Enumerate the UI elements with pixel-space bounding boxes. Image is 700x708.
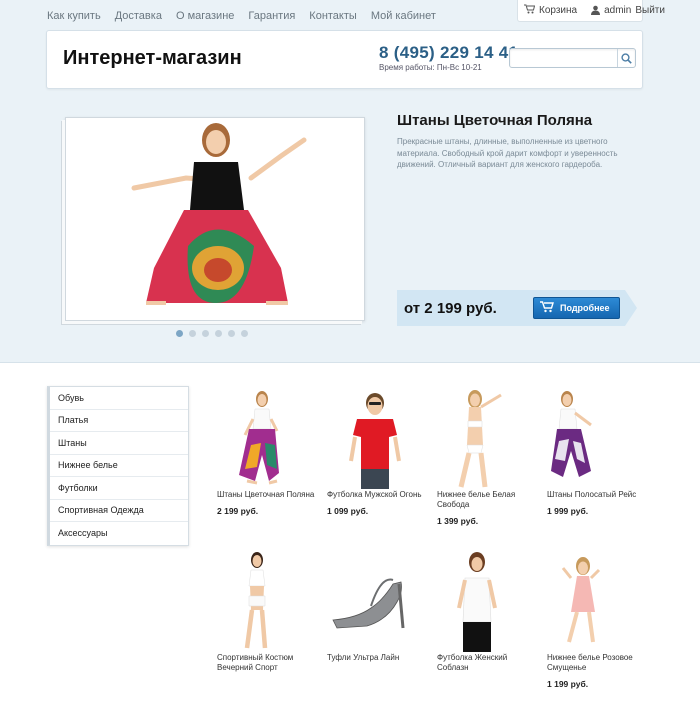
category-item-shoes[interactable]: Обувь bbox=[50, 387, 188, 410]
search-box bbox=[509, 48, 636, 69]
slide-price: от 2 199 руб. bbox=[404, 300, 497, 317]
slider-image-frame[interactable] bbox=[65, 117, 365, 321]
product-image[interactable] bbox=[547, 548, 647, 653]
nav-link-how-to-buy[interactable]: Как купить bbox=[47, 9, 101, 23]
slide-title[interactable]: Штаны Цветочная Поляна bbox=[397, 112, 592, 129]
product-name[interactable]: Нижнее белье Розовое Смущенье bbox=[547, 653, 647, 673]
product-image[interactable] bbox=[217, 385, 317, 490]
product-name[interactable]: Футболка Женский Соблазн bbox=[437, 653, 537, 673]
nav-link-contacts[interactable]: Контакты bbox=[309, 9, 357, 23]
phone-number: 8 (495) 229 14 41 bbox=[379, 43, 519, 62]
product-image[interactable] bbox=[437, 548, 537, 653]
product-name[interactable]: Футболка Мужской Огонь bbox=[327, 490, 427, 500]
category-item-sportswear[interactable]: Спортивная Одежда bbox=[50, 500, 188, 522]
slide-price-bar: от 2 199 руб. Подробнее bbox=[397, 290, 637, 326]
product-price: 1 099 руб. bbox=[327, 506, 369, 516]
logout-link[interactable]: Выйти bbox=[635, 5, 665, 16]
cart-link[interactable]: Корзина bbox=[539, 5, 577, 16]
category-item-underwear[interactable]: Нижнее белье bbox=[50, 455, 188, 477]
product-image[interactable] bbox=[327, 548, 427, 653]
details-button-label: Подробнее bbox=[560, 303, 610, 313]
search-icon[interactable] bbox=[617, 49, 635, 67]
user-box: Корзина admin Выйти bbox=[517, 0, 665, 22]
product-card[interactable]: Штаны Полосатый Рейс 1 999 руб. bbox=[547, 385, 647, 516]
product-image[interactable] bbox=[437, 385, 537, 490]
details-button[interactable]: Подробнее bbox=[533, 297, 620, 319]
top-navigation: Как купить Доставка О магазине Гарантия … bbox=[47, 9, 450, 23]
product-card[interactable]: Нижнее белье Розовое Смущенье 1 199 руб. bbox=[547, 548, 647, 689]
cart-icon[interactable] bbox=[524, 4, 536, 17]
nav-link-about[interactable]: О магазине bbox=[176, 9, 234, 23]
product-image[interactable] bbox=[217, 548, 317, 653]
slider-dot[interactable] bbox=[189, 330, 196, 337]
product-name[interactable]: Штаны Полосатый Рейс bbox=[547, 490, 647, 500]
product-card[interactable]: Штаны Цветочная Поляна 2 199 руб. bbox=[217, 385, 317, 516]
cart-icon bbox=[540, 301, 554, 315]
slider-dot[interactable] bbox=[228, 330, 235, 337]
category-item-dresses[interactable]: Платья bbox=[50, 410, 188, 432]
nav-link-warranty[interactable]: Гарантия bbox=[248, 9, 295, 23]
category-item-accessories[interactable]: Аксессуары bbox=[50, 522, 188, 545]
nav-link-my-account[interactable]: Мой кабинет bbox=[371, 9, 436, 23]
site-header: Интернет-магазин 8 (495) 229 14 41 Время… bbox=[46, 30, 643, 89]
slider-dot[interactable] bbox=[202, 330, 209, 337]
product-name[interactable]: Штаны Цветочная Поляна bbox=[217, 490, 317, 500]
product-price: 1 399 руб. bbox=[437, 516, 479, 526]
product-name[interactable]: Нижнее белье Белая Свобода bbox=[437, 490, 537, 510]
category-item-pants[interactable]: Штаны bbox=[50, 432, 188, 455]
slide-description: Прекрасные штаны, длинные, выполненные и… bbox=[397, 137, 618, 169]
nav-link-delivery[interactable]: Доставка bbox=[115, 9, 162, 23]
product-card[interactable]: Футболка Женский Соблазн bbox=[437, 548, 537, 679]
product-card[interactable]: Футболка Мужской Огонь 1 099 руб. bbox=[327, 385, 427, 516]
slide-model-image bbox=[131, 123, 307, 305]
product-price: 2 199 руб. bbox=[217, 506, 259, 516]
product-card[interactable]: Туфли Ультра Лайн bbox=[327, 548, 427, 669]
slider-dot[interactable] bbox=[215, 330, 222, 337]
slider-dot[interactable] bbox=[176, 330, 183, 337]
category-menu: Обувь Платья Штаны Нижнее белье Футболки… bbox=[47, 386, 189, 546]
product-price: 1 999 руб. bbox=[547, 506, 589, 516]
product-card[interactable]: Спортивный Костюм Вечерний Спорт bbox=[217, 548, 317, 679]
slider-dot[interactable] bbox=[241, 330, 248, 337]
site-logo[interactable]: Интернет-магазин bbox=[63, 47, 242, 70]
product-price: 1 199 руб. bbox=[547, 679, 589, 689]
user-icon bbox=[591, 5, 601, 17]
product-image[interactable] bbox=[547, 385, 647, 490]
category-item-tshirts[interactable]: Футболки bbox=[50, 477, 188, 500]
search-input[interactable] bbox=[510, 50, 615, 69]
product-card[interactable]: Нижнее белье Белая Свобода 1 399 руб. bbox=[437, 385, 537, 526]
product-image[interactable] bbox=[327, 385, 427, 490]
username-link[interactable]: admin bbox=[604, 5, 631, 16]
working-hours: Время работы: Пн-Вс 10-21 bbox=[379, 63, 482, 72]
slider-pagination bbox=[176, 330, 248, 337]
product-name[interactable]: Спортивный Костюм Вечерний Спорт bbox=[217, 653, 317, 673]
product-name[interactable]: Туфли Ультра Лайн bbox=[327, 653, 427, 663]
